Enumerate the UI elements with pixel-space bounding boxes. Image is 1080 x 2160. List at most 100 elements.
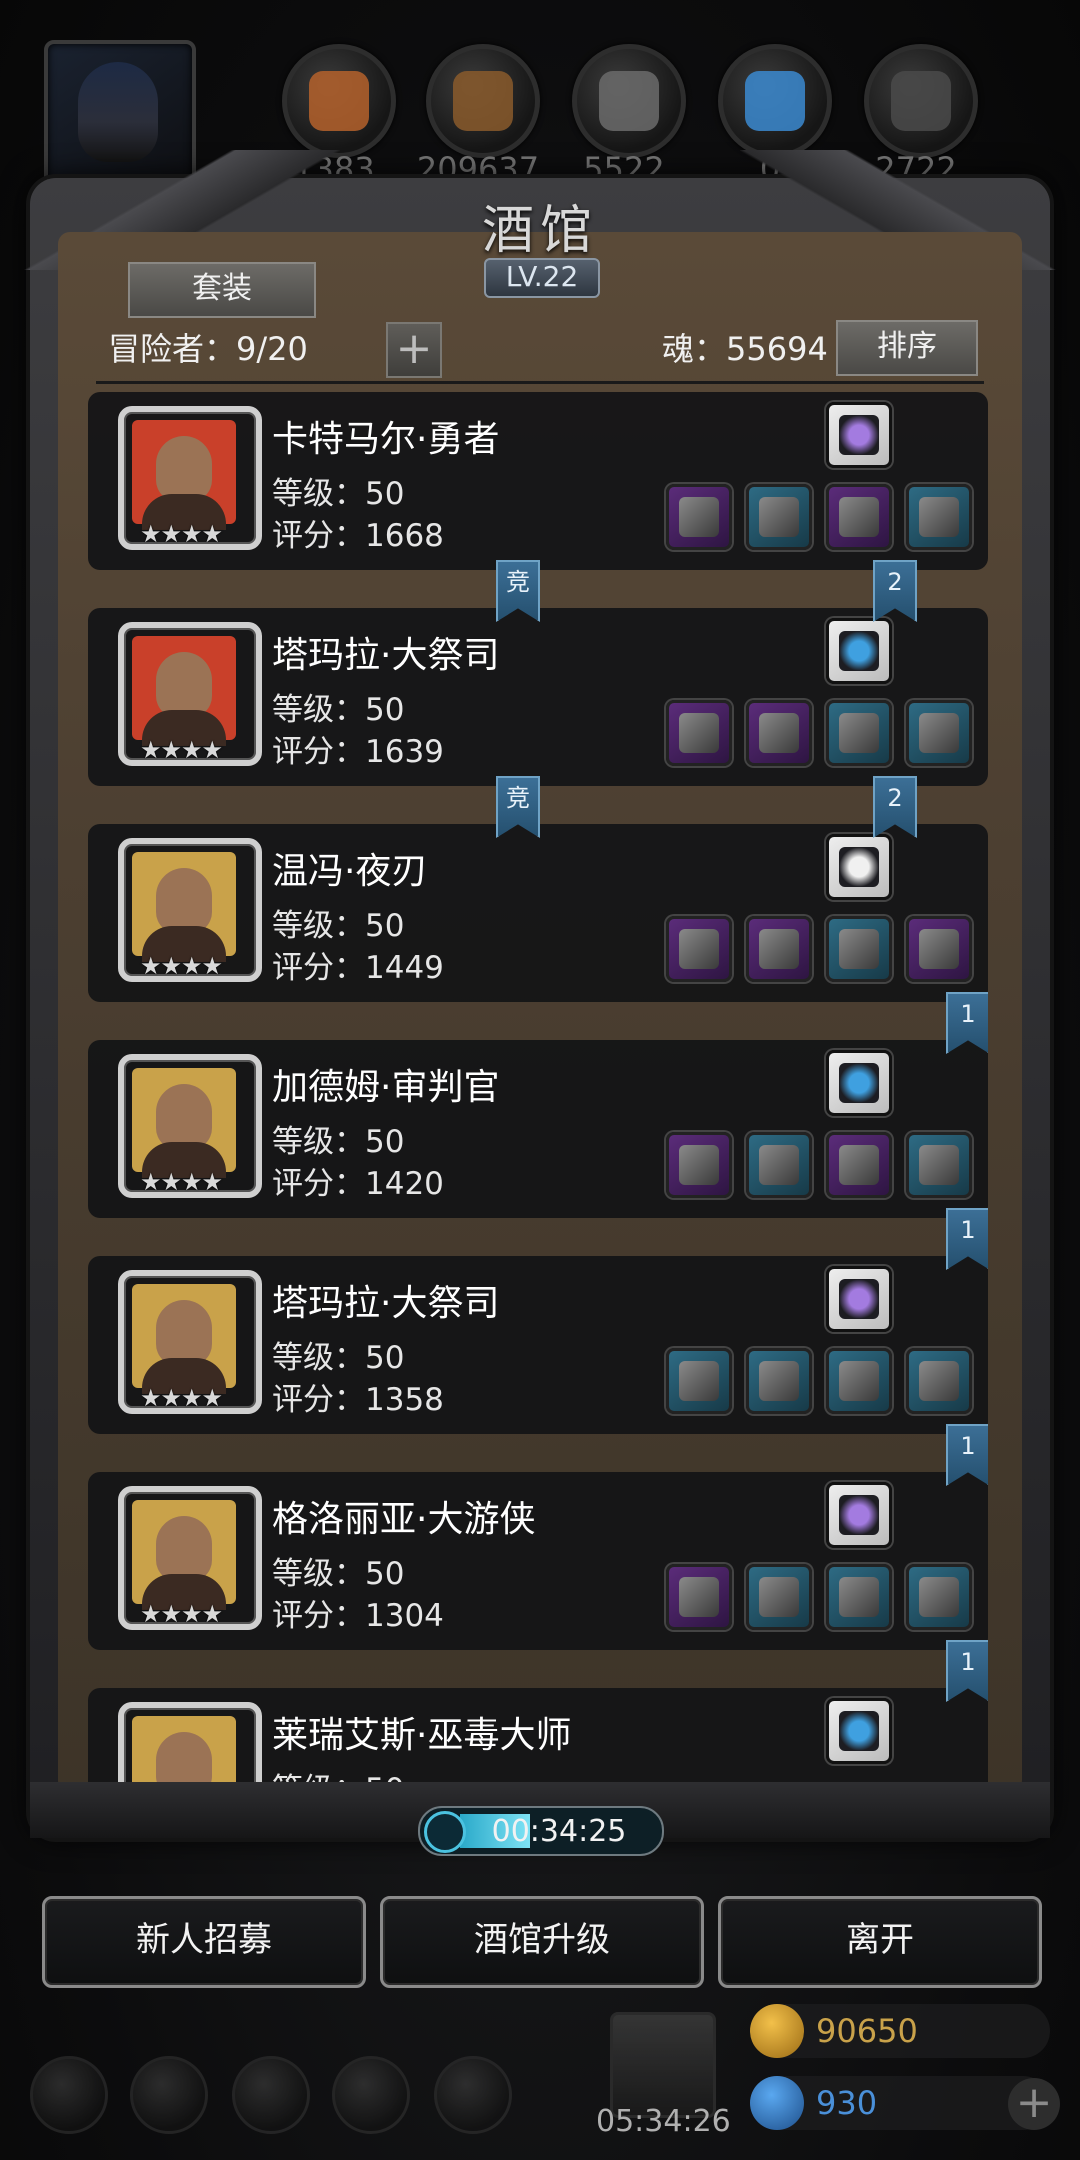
gift-icon[interactable] (610, 2012, 716, 2118)
resource-gem (745, 71, 805, 131)
food-icon (282, 44, 396, 158)
equipment-icon (919, 1577, 959, 1617)
rune-icon (839, 1279, 879, 1319)
equipment-slot[interactable] (746, 1348, 812, 1414)
gem-counter: 930 (750, 2076, 1050, 2130)
rune-slot[interactable] (826, 1698, 892, 1764)
handshake-icon[interactable] (434, 2056, 512, 2134)
avatar-frame (132, 1716, 236, 1782)
equipment-icon (919, 713, 959, 753)
equipment-slot[interactable] (906, 1348, 972, 1414)
hero-avatar[interactable]: ★★★★ (118, 406, 262, 550)
avatar-frame (132, 852, 236, 962)
equipment-slot[interactable] (826, 1564, 892, 1630)
equipment-icon (679, 1145, 719, 1185)
hero-name: 加德姆·审判官 (272, 1067, 500, 1108)
equipment-slot[interactable] (746, 1564, 812, 1630)
hero-card[interactable]: ★★★★ 塔玛拉·大祭司 等级：50 评分：1358 (88, 1256, 988, 1434)
rune-icon (839, 1711, 879, 1751)
castle-icon[interactable] (232, 2056, 310, 2134)
rune-slot[interactable] (826, 1266, 892, 1332)
equipment-slot[interactable] (666, 1564, 732, 1630)
rune-slot[interactable] (826, 1050, 892, 1116)
equipment-slot[interactable] (906, 916, 972, 982)
hero-portrait-head (156, 436, 212, 502)
equipment-slot[interactable] (666, 1132, 732, 1198)
equipment-icon (919, 929, 959, 969)
star-rating: ★★★★ (140, 1384, 223, 1412)
equipment-slot[interactable] (826, 1348, 892, 1414)
equipment-icon (919, 1145, 959, 1185)
hero-score: 评分：1449 (272, 950, 444, 986)
hero-card[interactable]: ★★★★ 格洛丽亚·大游侠 等级：50 评分：1304 (88, 1472, 988, 1650)
rune-slot[interactable] (826, 402, 892, 468)
hero-card[interactable]: ★★★★ 温冯·夜刃 等级：50 评分：1449 (88, 824, 988, 1002)
equipment-slot[interactable] (746, 484, 812, 550)
sort-button[interactable]: 排序 (836, 320, 978, 376)
hero-avatar[interactable]: ★★★★ (118, 622, 262, 766)
equipment-slot[interactable] (666, 484, 732, 550)
equipment-icon (839, 497, 879, 537)
equipment-slot[interactable] (746, 1132, 812, 1198)
equipment-slot[interactable] (666, 700, 732, 766)
equipment-icon (679, 929, 719, 969)
timer-text: 00:34:25 (491, 1814, 627, 1849)
hero-name: 温冯·夜刃 (272, 851, 428, 892)
equipment-slot[interactable] (746, 700, 812, 766)
hero-card[interactable]: ★★★★莱瑞艾斯·巫毒大师等级：50评分： (88, 1688, 988, 1782)
equipment-slot[interactable] (746, 916, 812, 982)
add-gems-button[interactable]: + (1008, 2078, 1060, 2130)
mail-icon[interactable] (332, 2056, 410, 2134)
hero-list[interactable]: ★★★★ 卡特马尔·勇者 等级：50 评分：1668 ★★★★ 塔玛拉·大祭司 等级：50 评… (88, 392, 988, 1782)
hero-level: 等级：50 (272, 1124, 405, 1160)
star-rating: ★★★★ (140, 1168, 223, 1196)
divider (96, 381, 984, 384)
equipment-icon (759, 1145, 799, 1185)
soul-count: 魂：55694 (662, 330, 828, 368)
recruit-button[interactable]: 新人招募 (42, 1896, 366, 1988)
rune-icon (839, 1063, 879, 1103)
hero-avatar[interactable]: ★★★★ (118, 1054, 262, 1198)
hero-portrait-head (156, 1732, 212, 1782)
rune-slot[interactable] (826, 618, 892, 684)
avatar-frame (132, 1068, 236, 1178)
hero-level: 等级：50 (272, 1340, 405, 1376)
equipment-slot[interactable] (906, 700, 972, 766)
achievement-icon[interactable] (130, 2056, 208, 2134)
hero-portrait-head (156, 1516, 212, 1582)
hero-card[interactable]: ★★★★ 塔玛拉·大祭司 等级：50 评分：1639 (88, 608, 988, 786)
add-adventurer-button[interactable]: + (386, 322, 442, 378)
rune-icon (839, 847, 879, 887)
equipment-slot[interactable] (666, 1348, 732, 1414)
equipment-slot[interactable] (826, 1132, 892, 1198)
panel-title: 酒馆 (481, 201, 598, 261)
equipment-slot[interactable] (906, 1132, 972, 1198)
equipment-icon (919, 497, 959, 537)
upgrade-tavern-button[interactable]: 酒馆升级 (380, 1896, 704, 1988)
equipment-slot[interactable] (906, 1564, 972, 1630)
hero-card[interactable]: ★★★★ 加德姆·审判官 等级：50 评分：1420 (88, 1040, 988, 1218)
hero-avatar[interactable]: ★★★★ (118, 838, 262, 982)
equipment-icon (839, 713, 879, 753)
set-button[interactable]: 套装 (128, 262, 316, 318)
equipment-slot[interactable] (906, 484, 972, 550)
rune-slot[interactable] (826, 834, 892, 900)
equipment-icon (839, 1361, 879, 1401)
equipment-slot[interactable] (826, 484, 892, 550)
hero-portrait-head (156, 652, 212, 718)
equipment-slot[interactable] (826, 916, 892, 982)
recruit-timer: 00:34:25 (418, 1806, 664, 1856)
hero-avatar[interactable]: ★★★★ (118, 1702, 262, 1782)
hero-avatar[interactable]: ★★★★ (118, 1270, 262, 1414)
leave-button[interactable]: 离开 (718, 1896, 1042, 1988)
equipment-icon (839, 929, 879, 969)
gem-value: 930 (816, 2084, 878, 2122)
equipment-slot[interactable] (666, 916, 732, 982)
rune-slot[interactable] (826, 1482, 892, 1548)
hero-card[interactable]: ★★★★ 卡特马尔·勇者 等级：50 评分：1668 (88, 392, 988, 570)
avatar-frame (132, 1284, 236, 1394)
resource-gem (891, 71, 951, 131)
hero-avatar[interactable]: ★★★★ (118, 1486, 262, 1630)
equipment-slot[interactable] (826, 700, 892, 766)
settings-icon[interactable] (30, 2056, 108, 2134)
